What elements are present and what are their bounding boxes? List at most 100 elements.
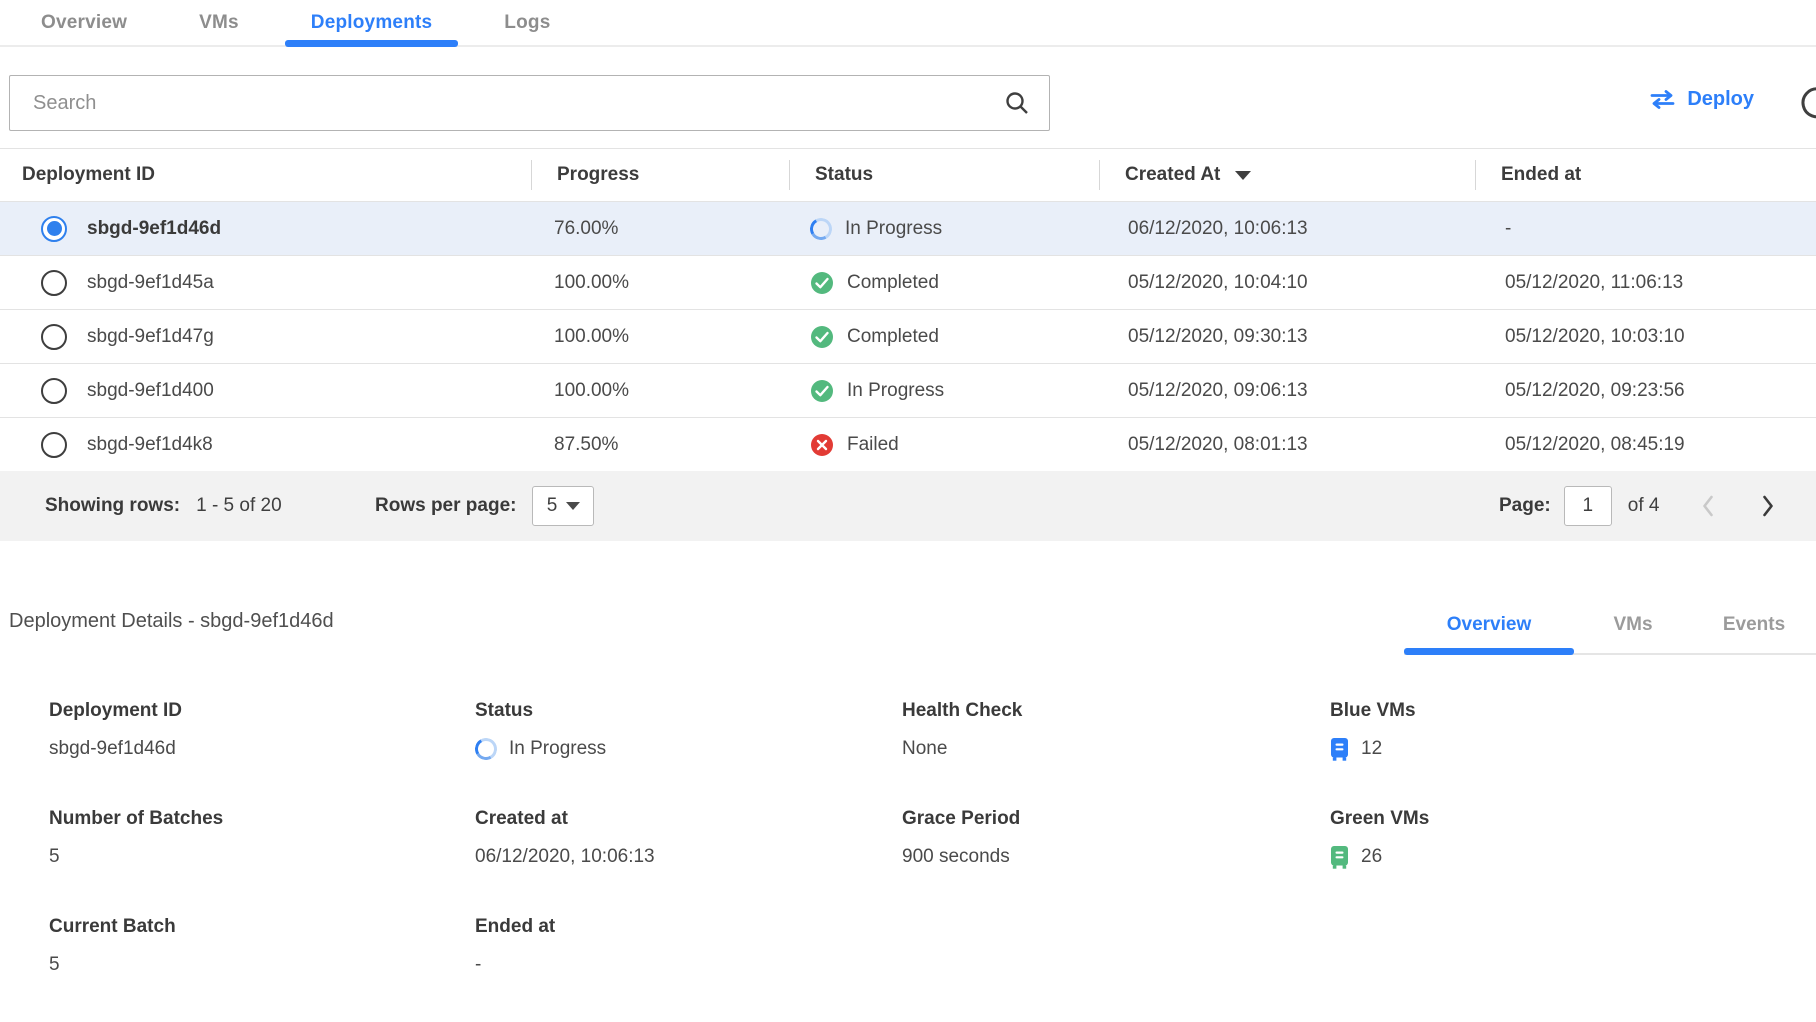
row-radio[interactable] xyxy=(41,378,67,404)
tab-deployments[interactable]: Deployments xyxy=(285,0,459,45)
row-radio[interactable] xyxy=(41,324,67,350)
created-at-value: 05/12/2020, 09:30:13 xyxy=(1099,326,1475,348)
details-tab-overview[interactable]: Overview xyxy=(1404,596,1574,653)
status-label: In Progress xyxy=(845,218,942,240)
column-header-status[interactable]: Status xyxy=(789,149,1099,201)
field-label-deployment-id: Deployment ID xyxy=(49,698,475,724)
refresh-icon[interactable] xyxy=(1799,85,1816,121)
column-header-ended-at[interactable]: Ended at xyxy=(1475,149,1816,201)
deploy-button-label: Deploy xyxy=(1687,88,1754,111)
created-at-value: 05/12/2020, 08:01:13 xyxy=(1099,434,1475,456)
deployment-id: sbgd-9ef1d4k8 xyxy=(87,434,213,456)
column-header-deployment-id[interactable]: Deployment ID xyxy=(0,149,531,201)
spinner-icon xyxy=(808,215,835,242)
details-title: Deployment Details - sbgd-9ef1d46d xyxy=(9,610,334,633)
tab-logs[interactable]: Logs xyxy=(478,0,576,45)
ended-at-value: 05/12/2020, 10:03:10 xyxy=(1475,326,1816,348)
field-label-created-at: Created at xyxy=(475,806,902,832)
row-radio[interactable] xyxy=(41,432,67,458)
field-value-status: In Progress xyxy=(509,736,606,762)
field-value-health-check: None xyxy=(902,736,1330,762)
ended-at-value: 05/12/2020, 08:45:19 xyxy=(1475,434,1816,456)
field-label-status: Status xyxy=(475,698,902,724)
table-row[interactable]: sbgd-9ef1d45a 100.00% Completed 05/12/20… xyxy=(0,255,1816,309)
search-input[interactable] xyxy=(10,76,1004,130)
column-header-created-at-label: Created At xyxy=(1125,164,1220,186)
table-header-row: Deployment ID Progress Status Created At… xyxy=(0,149,1816,201)
deployment-id: sbgd-9ef1d45a xyxy=(87,272,214,294)
details-tab-events[interactable]: Events xyxy=(1692,596,1816,653)
field-value-blue-vms: 12 xyxy=(1361,736,1382,762)
created-at-value: 05/12/2020, 09:06:13 xyxy=(1099,380,1475,402)
check-icon xyxy=(810,325,834,349)
chevron-down-icon xyxy=(566,502,580,510)
status-label: Completed xyxy=(847,272,939,294)
status-label: Completed xyxy=(847,326,939,348)
spinner-icon xyxy=(473,736,500,763)
field-label-blue-vms: Blue VMs xyxy=(1330,698,1816,724)
column-header-progress[interactable]: Progress xyxy=(531,149,789,201)
details-grid: Deployment ID sbgd-9ef1d46d Status In Pr… xyxy=(0,698,1816,1022)
created-at-value: 06/12/2020, 10:06:13 xyxy=(1099,218,1475,240)
field-label-green-vms: Green VMs xyxy=(1330,806,1816,832)
previous-page-button[interactable] xyxy=(1701,494,1715,518)
page-input[interactable] xyxy=(1564,486,1612,526)
next-page-button[interactable] xyxy=(1761,494,1775,518)
tab-overview[interactable]: Overview xyxy=(15,0,153,45)
rows-per-page-label: Rows per page: xyxy=(375,495,516,517)
field-label-number-of-batches: Number of Batches xyxy=(49,806,475,832)
check-icon xyxy=(810,379,834,403)
column-header-created-at[interactable]: Created At xyxy=(1099,149,1475,201)
status-label: Failed xyxy=(847,434,899,456)
progress-value: 87.50% xyxy=(531,434,789,456)
field-value-current-batch: 5 xyxy=(49,952,475,978)
search-icon[interactable] xyxy=(1004,90,1030,116)
progress-value: 100.00% xyxy=(531,326,789,348)
status-label: In Progress xyxy=(847,380,944,402)
table-footer: Showing rows: 1 - 5 of 20 Rows per page:… xyxy=(0,471,1816,541)
field-label-ended-at: Ended at xyxy=(475,914,902,940)
deployments-table: Deployment ID Progress Status Created At… xyxy=(0,148,1816,541)
field-label-grace-period: Grace Period xyxy=(902,806,1330,832)
showing-rows-value: 1 - 5 of 20 xyxy=(196,495,282,517)
ended-at-value: 05/12/2020, 09:23:56 xyxy=(1475,380,1816,402)
row-radio-selected[interactable] xyxy=(41,216,67,242)
ended-at-value: - xyxy=(1475,218,1816,240)
main-tab-bar: Overview VMs Deployments Logs xyxy=(0,0,1816,47)
ended-at-value: 05/12/2020, 11:06:13 xyxy=(1475,272,1816,294)
rows-per-page-select[interactable]: 5 xyxy=(532,486,594,526)
field-value-grace-period: 900 seconds xyxy=(902,844,1330,870)
table-row[interactable]: sbgd-9ef1d400 100.00% In Progress 05/12/… xyxy=(0,363,1816,417)
progress-value: 100.00% xyxy=(531,380,789,402)
tab-vms[interactable]: VMs xyxy=(173,0,265,45)
details-tab-bar: Overview VMs Events xyxy=(1404,596,1816,655)
field-label-current-batch: Current Batch xyxy=(49,914,475,940)
deployment-id: sbgd-9ef1d400 xyxy=(87,380,214,402)
deployment-id: sbgd-9ef1d47g xyxy=(87,326,214,348)
page-total: of 4 xyxy=(1628,495,1660,517)
table-row[interactable]: sbgd-9ef1d46d 76.00% In Progress 06/12/2… xyxy=(0,201,1816,255)
field-value-number-of-batches: 5 xyxy=(49,844,475,870)
swap-arrows-icon xyxy=(1649,90,1676,109)
progress-value: 76.00% xyxy=(531,218,789,240)
deployments-page: Overview VMs Deployments Logs Deploy xyxy=(0,0,1816,992)
progress-value: 100.00% xyxy=(531,272,789,294)
blue-vm-icon xyxy=(1330,738,1349,761)
field-label-health-check: Health Check xyxy=(902,698,1330,724)
sort-desc-icon xyxy=(1235,171,1251,180)
green-vm-icon xyxy=(1330,846,1349,869)
error-icon xyxy=(810,433,834,457)
row-radio[interactable] xyxy=(41,270,67,296)
field-value-created-at: 06/12/2020, 10:06:13 xyxy=(475,844,902,870)
field-value-green-vms: 26 xyxy=(1361,844,1382,870)
table-row[interactable]: sbgd-9ef1d4k8 87.50% Failed 05/12/2020, … xyxy=(0,417,1816,471)
deployment-id: sbgd-9ef1d46d xyxy=(87,218,221,240)
check-icon xyxy=(810,271,834,295)
field-value-deployment-id: sbgd-9ef1d46d xyxy=(49,736,475,762)
showing-rows-label: Showing rows: xyxy=(45,495,180,517)
table-row[interactable]: sbgd-9ef1d47g 100.00% Completed 05/12/20… xyxy=(0,309,1816,363)
created-at-value: 05/12/2020, 10:04:10 xyxy=(1099,272,1475,294)
details-tab-vms[interactable]: VMs xyxy=(1574,596,1692,653)
deploy-button[interactable]: Deploy xyxy=(1649,88,1754,111)
rows-per-page-value: 5 xyxy=(547,495,558,517)
